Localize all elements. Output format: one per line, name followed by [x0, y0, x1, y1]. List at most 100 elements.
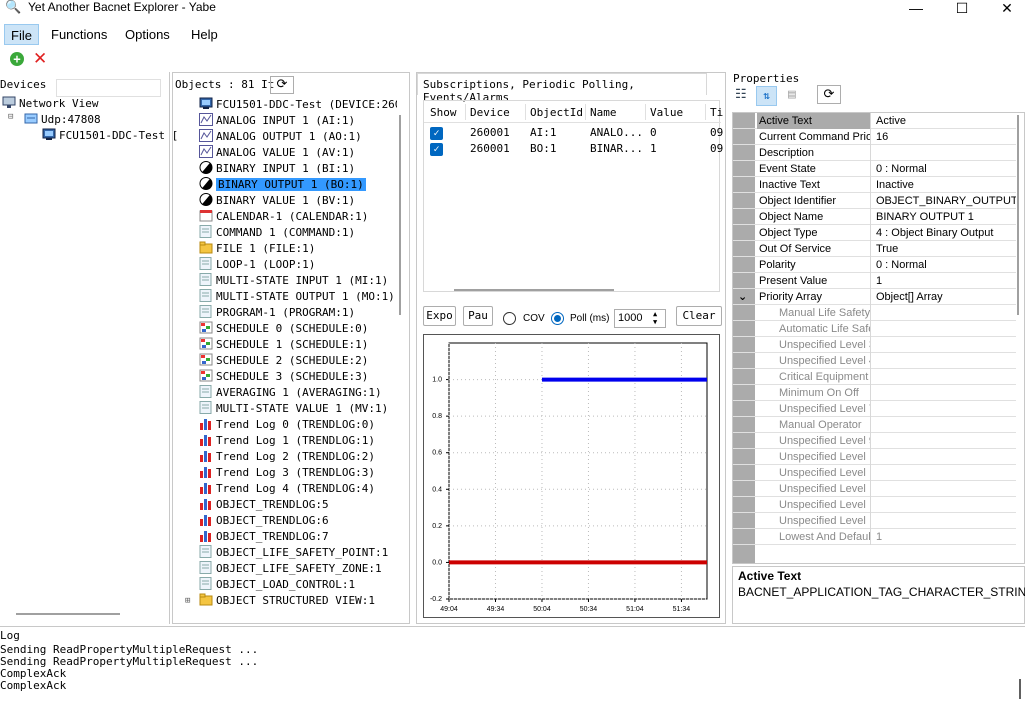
- object-item[interactable]: Trend Log 3 (TRENDLOG:3): [199, 465, 375, 481]
- clear-button[interactable]: Clear: [676, 306, 722, 326]
- export-button[interactable]: Expo: [423, 306, 456, 326]
- property-row[interactable]: Polarity 0 : Normal: [733, 257, 1016, 273]
- object-item[interactable]: Trend Log 2 (TRENDLOG:2): [199, 449, 375, 465]
- property-row[interactable]: Description: [733, 145, 1016, 161]
- property-row[interactable]: Object Type 4 : Object Binary Output: [733, 225, 1016, 241]
- property-row[interactable]: Automatic Life Safe: [733, 321, 1016, 337]
- property-row[interactable]: Unspecified Level 3: [733, 337, 1016, 353]
- column-header[interactable]: Value: [650, 106, 683, 119]
- grid-hscrollbar[interactable]: [454, 289, 614, 291]
- property-row[interactable]: Object Identifier OBJECT_BINARY_OUTPUT: [733, 193, 1016, 209]
- property-row[interactable]: Manual Life Safety: [733, 305, 1016, 321]
- object-item[interactable]: FCU1501-DDC-Test (DEVICE:260C: [199, 97, 397, 113]
- devices-search-box[interactable]: [56, 79, 161, 97]
- property-row[interactable]: Out Of Service True: [733, 241, 1016, 257]
- property-row[interactable]: Present Value 1: [733, 273, 1016, 289]
- object-item[interactable]: Trend Log 1 (TRENDLOG:1): [199, 433, 375, 449]
- objects-vscrollbar[interactable]: [399, 115, 401, 315]
- object-item[interactable]: SCHEDULE 1 (SCHEDULE:1): [199, 337, 368, 353]
- property-row[interactable]: Object Name BINARY OUTPUT 1: [733, 209, 1016, 225]
- show-checkbox[interactable]: ✓: [430, 143, 443, 156]
- object-item[interactable]: OBJECT_LIFE_SAFETY_ZONE:1: [199, 561, 382, 577]
- property-row[interactable]: Current Command Priori 16: [733, 129, 1016, 145]
- column-header[interactable]: Show: [430, 106, 457, 119]
- property-row[interactable]: Unspecified Level 4: [733, 353, 1016, 369]
- tree-collapse-icon[interactable]: ⊟: [8, 112, 13, 122]
- object-item[interactable]: OBJECT_LIFE_SAFETY_POINT:1: [199, 545, 388, 561]
- property-row[interactable]: Minimum On Off: [733, 385, 1016, 401]
- tree-network-view[interactable]: Network View: [2, 96, 98, 112]
- object-item[interactable]: OBJECT_TRENDLOG:6: [199, 513, 329, 529]
- devices-scrollbar[interactable]: [16, 613, 120, 615]
- expander-icon[interactable]: ⌄: [738, 289, 747, 305]
- object-item[interactable]: LOOP-1 (LOOP:1): [199, 257, 315, 273]
- object-item[interactable]: ANALOG OUTPUT 1 (AO:1): [199, 129, 362, 145]
- property-row[interactable]: Inactive Text Inactive: [733, 177, 1016, 193]
- property-row[interactable]: Unspecified Level: [733, 465, 1016, 481]
- property-row[interactable]: Unspecified Level 7: [733, 401, 1016, 417]
- property-pages-icon[interactable]: ▤: [788, 87, 806, 105]
- object-item[interactable]: BINARY INPUT 1 (BI:1): [199, 161, 355, 177]
- object-item[interactable]: Trend Log 0 (TRENDLOG:0): [199, 417, 375, 433]
- property-row[interactable]: Manual Operator: [733, 417, 1016, 433]
- property-row[interactable]: ⌄ Priority Array Object[] Array: [733, 289, 1016, 305]
- object-item[interactable]: SCHEDULE 2 (SCHEDULE:2): [199, 353, 368, 369]
- close-button[interactable]: ✕: [984, 0, 1025, 18]
- log-vscrollbar[interactable]: [1019, 679, 1021, 699]
- property-row[interactable]: Unspecified Level 9: [733, 433, 1016, 449]
- object-item[interactable]: FILE 1 (FILE:1): [199, 241, 315, 257]
- object-item[interactable]: ANALOG VALUE 1 (AV:1): [199, 145, 355, 161]
- column-header[interactable]: Device: [470, 106, 510, 119]
- cov-radio[interactable]: [503, 312, 516, 325]
- pause-button[interactable]: Pau: [463, 306, 493, 326]
- object-item[interactable]: OBJECT_TRENDLOG:7: [199, 529, 329, 545]
- object-item[interactable]: SCHEDULE 3 (SCHEDULE:3): [199, 369, 368, 385]
- object-item[interactable]: MULTI-STATE VALUE 1 (MV:1): [199, 401, 388, 417]
- property-row[interactable]: Critical Equipment C: [733, 369, 1016, 385]
- object-item[interactable]: MULTI-STATE OUTPUT 1 (MO:1): [199, 289, 395, 305]
- poll-radio[interactable]: [551, 312, 564, 325]
- tree-expand-icon[interactable]: ⊞: [185, 593, 190, 607]
- property-row[interactable]: Unspecified Level: [733, 513, 1016, 529]
- property-row[interactable]: Unspecified Level: [733, 449, 1016, 465]
- object-item[interactable]: MULTI-STATE INPUT 1 (MI:1): [199, 273, 388, 289]
- object-item[interactable]: ANALOG INPUT 1 (AI:1): [199, 113, 355, 129]
- menu-help[interactable]: Help: [185, 24, 224, 45]
- object-item[interactable]: PROGRAM-1 (PROGRAM:1): [199, 305, 355, 321]
- object-item[interactable]: OBJECT_LOAD_CONTROL:1: [199, 577, 355, 593]
- categorized-view-icon[interactable]: ☷: [735, 87, 753, 105]
- object-item[interactable]: BINARY OUTPUT 1 (BO:1): [199, 177, 366, 193]
- property-row[interactable]: Unspecified Level: [733, 481, 1016, 497]
- object-item[interactable]: ⊞ OBJECT STRUCTURED VIEW:1: [185, 593, 375, 607]
- tree-udp[interactable]: Udp:47808: [24, 112, 101, 128]
- stepper-arrows-icon[interactable]: ▲ ▼: [653, 310, 657, 326]
- object-item[interactable]: SCHEDULE 0 (SCHEDULE:0): [199, 321, 368, 337]
- object-item[interactable]: OBJECT_TRENDLOG:5: [199, 497, 329, 513]
- maximize-button[interactable]: ☐: [939, 0, 985, 18]
- property-row[interactable]: Unspecified Level: [733, 497, 1016, 513]
- object-item[interactable]: Trend Log 4 (TRENDLOG:4): [199, 481, 375, 497]
- refresh-properties-icon[interactable]: ⟳: [817, 85, 841, 104]
- property-row[interactable]: Lowest And Default 1: [733, 529, 1016, 545]
- poll-interval-stepper[interactable]: 1000 ▲ ▼: [614, 309, 666, 328]
- column-header[interactable]: ObjectId: [530, 106, 583, 119]
- object-item[interactable]: AVERAGING 1 (AVERAGING:1): [199, 385, 382, 401]
- remove-device-icon[interactable]: ✕: [33, 49, 47, 69]
- menu-file[interactable]: File: [4, 24, 39, 45]
- property-vscrollbar[interactable]: [1017, 115, 1019, 315]
- subscription-row[interactable]: ✓ 260001 AI:1 ANALO... 0 09: [424, 125, 723, 141]
- property-row[interactable]: Event State 0 : Normal: [733, 161, 1016, 177]
- minimize-button[interactable]: —: [893, 0, 939, 18]
- alphabetical-sort-icon[interactable]: ⇅: [756, 86, 777, 106]
- object-item[interactable]: CALENDAR-1 (CALENDAR:1): [199, 209, 368, 225]
- column-header[interactable]: Name: [590, 106, 617, 119]
- show-checkbox[interactable]: ✓: [430, 127, 443, 140]
- add-device-icon[interactable]: +: [10, 52, 24, 66]
- menu-functions[interactable]: Functions: [45, 24, 113, 45]
- object-item[interactable]: COMMAND 1 (COMMAND:1): [199, 225, 355, 241]
- column-header[interactable]: Ti: [710, 106, 723, 119]
- subscriptions-tab[interactable]: Subscriptions, Periodic Polling, Events/…: [417, 73, 707, 104]
- menu-options[interactable]: Options: [119, 24, 176, 45]
- tree-device-fcu1501[interactable]: FCU1501-DDC-Test [: [42, 128, 178, 144]
- subscription-row[interactable]: ✓ 260001 BO:1 BINAR... 1 09: [424, 141, 723, 157]
